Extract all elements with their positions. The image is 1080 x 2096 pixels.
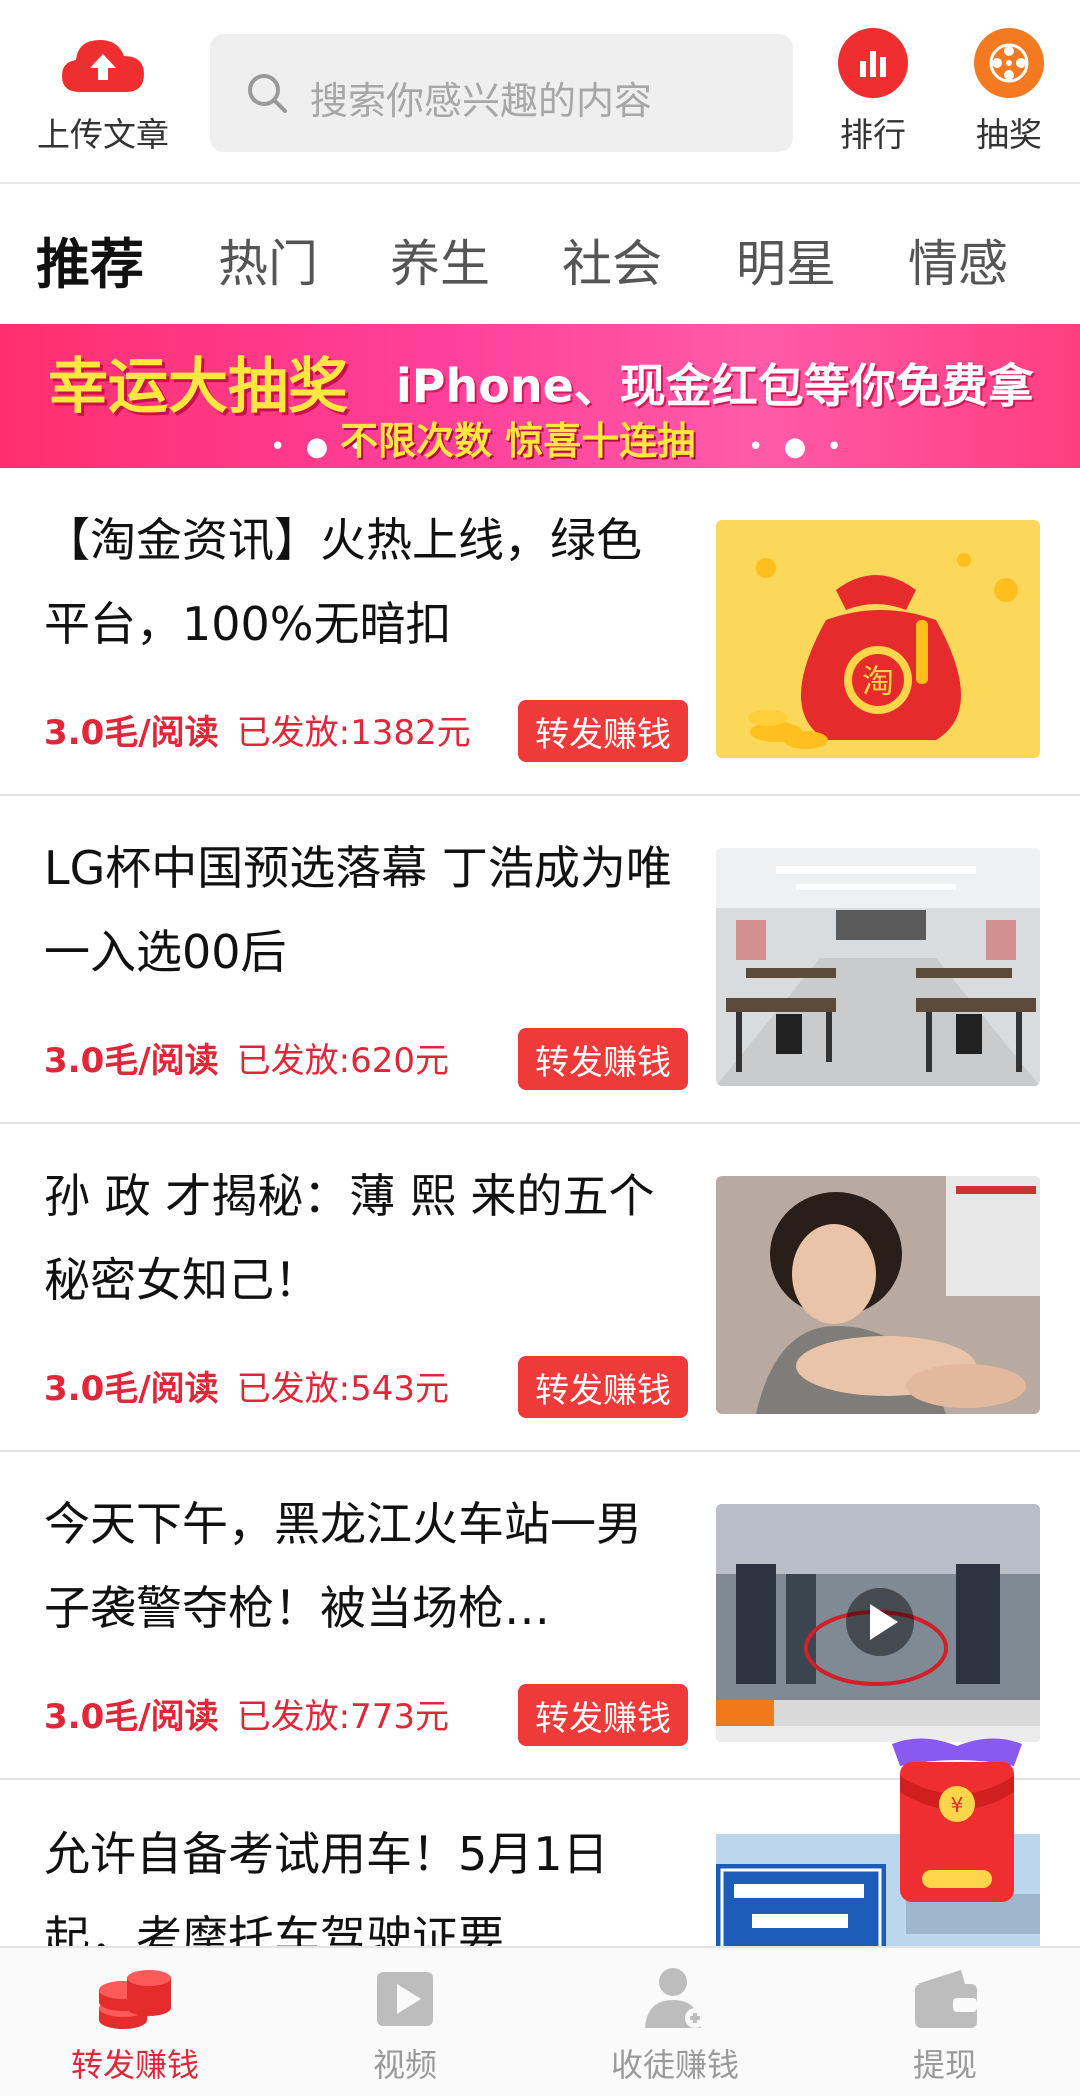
category-tabs: 推荐 热门 养生 社会 明星 情感 xyxy=(0,186,1080,324)
bottom-navigation: 转发赚钱 视频 收徒赚钱 提现 xyxy=(0,1946,1080,2096)
nav-apprentice-label: 收徒赚钱 xyxy=(610,2046,739,2084)
article-meta: 3.0毛/阅读 已发放:1382元 xyxy=(44,704,471,754)
tab-health[interactable]: 养生 xyxy=(390,224,490,296)
article-title: 【淘金资讯】火热上线，绿色平台，100%无暗扣 xyxy=(44,513,642,651)
article-paid: 已发放:620元 xyxy=(236,1040,450,1081)
nav-video-label: 视频 xyxy=(372,2046,437,2084)
article-item[interactable]: 【淘金资讯】火热上线，绿色平台，100%无暗扣 3.0毛/阅读 已发放:1382… xyxy=(0,468,1080,796)
article-item[interactable]: 今天下午，黑龙江火车站一男子袭警夺枪！被当场枪… 3.0毛/阅读 已发放:773… xyxy=(0,1452,1080,1780)
nav-withdraw-label: 提现 xyxy=(912,2046,977,2084)
nav-withdraw[interactable]: 提现 xyxy=(810,1962,1080,2086)
banner-dots-right: • ● • xyxy=(748,432,848,462)
wallet-icon xyxy=(915,1970,977,2028)
article-title: 今天下午，黑龙江火车站一男子袭警夺枪！被当场枪… xyxy=(44,1497,642,1635)
article-paid: 已发放:543元 xyxy=(236,1368,450,1409)
nav-video[interactable]: 视频 xyxy=(270,1962,540,2086)
article-paid: 已发放:773元 xyxy=(236,1696,450,1737)
upload-article-label: 上传文章 xyxy=(37,115,169,154)
woman-photo[interactable] xyxy=(716,1176,1040,1414)
article-meta: 3.0毛/阅读 已发放:620元 xyxy=(44,1032,449,1082)
share-earn-button[interactable]: 转发赚钱 xyxy=(518,1356,688,1418)
share-earn-button[interactable]: 转发赚钱 xyxy=(518,1684,688,1746)
search-icon xyxy=(248,74,287,113)
upload-cloud-icon xyxy=(60,34,146,96)
ranking-button[interactable]: 排行 xyxy=(828,28,918,156)
nav-share-earn-label: 转发赚钱 xyxy=(70,2046,199,2084)
video-thumbnail[interactable] xyxy=(716,1504,1040,1742)
tab-hot[interactable]: 热门 xyxy=(218,224,318,296)
nav-share-earn[interactable]: 转发赚钱 xyxy=(0,1962,270,2086)
tab-celebrity[interactable]: 明星 xyxy=(736,224,836,296)
article-meta: 3.0毛/阅读 已发放:543元 xyxy=(44,1360,449,1410)
banner-headline: 幸运大抽奖 xyxy=(48,352,348,422)
tab-society[interactable]: 社会 xyxy=(562,224,662,296)
article-rate: 3.0毛/阅读 xyxy=(44,712,219,753)
banner-subline: iPhone、现金红包等你免费拿 xyxy=(396,359,1034,413)
lottery-wheel-icon xyxy=(974,28,1044,98)
tab-emotion[interactable]: 情感 xyxy=(908,224,1008,296)
ranking-label: 排行 xyxy=(840,115,906,154)
lottery-label: 抽奖 xyxy=(976,115,1042,154)
article-item[interactable]: LG杯中国预选落幕 丁浩成为唯一入选00后 3.0毛/阅读 已发放:620元 转… xyxy=(0,796,1080,1124)
upload-article-button[interactable]: 上传文章 xyxy=(28,34,178,156)
share-earn-button[interactable]: 转发赚钱 xyxy=(518,700,688,762)
article-rate: 3.0毛/阅读 xyxy=(44,1696,219,1737)
article-rate: 3.0毛/阅读 xyxy=(44,1368,219,1409)
lottery-banner[interactable]: 幸运大抽奖 iPhone、现金红包等你免费拿 • ● • 不限次数 惊喜十连抽 … xyxy=(0,324,1080,468)
article-rate: 3.0毛/阅读 xyxy=(44,1040,219,1081)
article-title: 孙 政 才揭秘：薄 熙 来的五个秘密女知己！ xyxy=(44,1169,655,1307)
classroom-photo[interactable] xyxy=(716,848,1040,1086)
article-title: LG杯中国预选落幕 丁浩成为唯一入选00后 xyxy=(44,841,672,979)
top-header: 上传文章 搜索你感兴趣的内容 排行 抽奖 xyxy=(0,0,1080,184)
svg-text:淘: 淘 xyxy=(862,662,894,700)
video-icon xyxy=(377,1972,433,2026)
search-input[interactable]: 搜索你感兴趣的内容 xyxy=(210,34,793,152)
money-bag-icon[interactable]: 淘 xyxy=(716,520,1040,758)
nav-apprentice[interactable]: 收徒赚钱 xyxy=(540,1962,810,2086)
article-title: 允许自备考试用车！5月1日起，考摩托车驾驶证要 xyxy=(44,1827,609,1946)
share-earn-button[interactable]: 转发赚钱 xyxy=(518,1028,688,1090)
red-envelope-button[interactable]: ¥ xyxy=(882,1732,1032,1912)
article-paid: 已发放:1382元 xyxy=(236,712,471,753)
article-meta: 3.0毛/阅读 已发放:773元 xyxy=(44,1688,449,1738)
banner-tagline: 不限次数 惊喜十连抽 xyxy=(340,419,696,463)
svg-text:¥: ¥ xyxy=(951,1793,964,1817)
tab-recommend[interactable]: 推荐 xyxy=(36,220,144,299)
search-placeholder: 搜索你感兴趣的内容 xyxy=(310,79,653,123)
bar-chart-icon xyxy=(838,28,908,98)
article-item[interactable]: 孙 政 才揭秘：薄 熙 来的五个秘密女知己！ 3.0毛/阅读 已发放:543元 … xyxy=(0,1124,1080,1452)
add-user-icon xyxy=(645,1968,705,2028)
lottery-button[interactable]: 抽奖 xyxy=(964,28,1054,156)
coins-icon xyxy=(99,1970,171,2029)
